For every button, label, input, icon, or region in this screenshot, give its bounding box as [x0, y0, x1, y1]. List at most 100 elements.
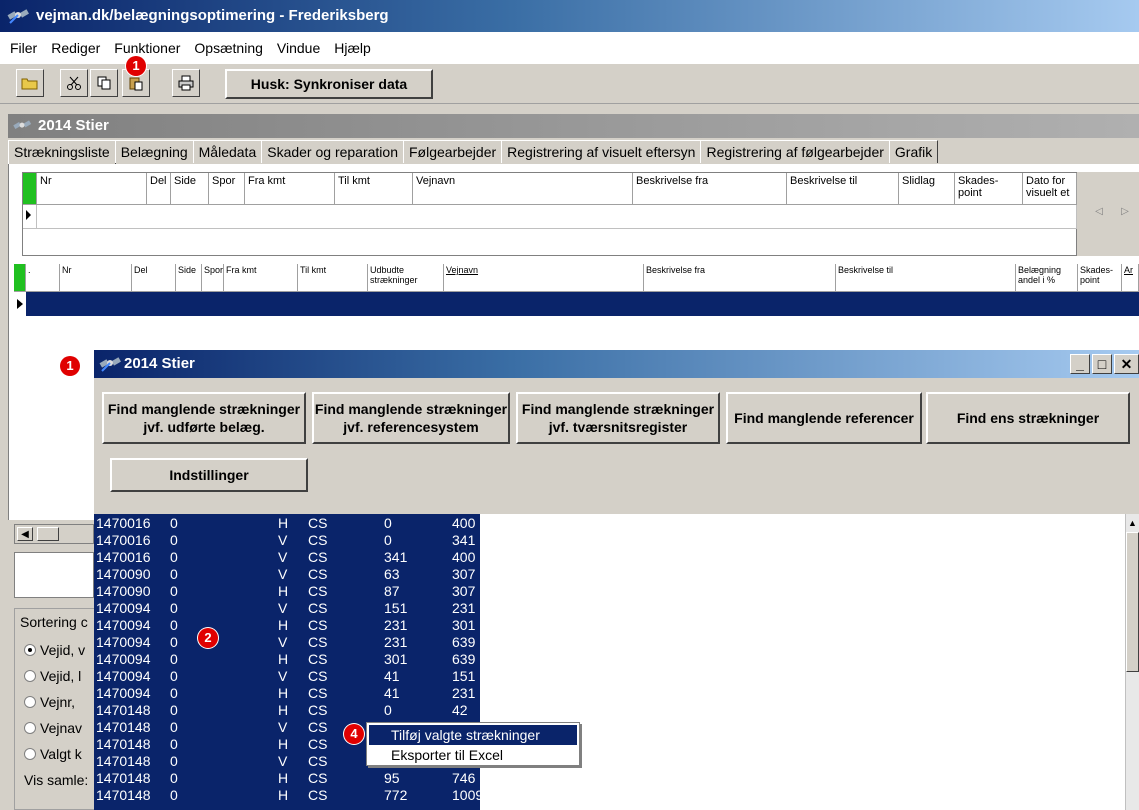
col-dato-visuelt[interactable]: Dato for visuelt et: [1023, 173, 1077, 205]
list-cell: 0: [170, 617, 178, 633]
badge-1: 1: [126, 56, 146, 76]
list-cell: V: [278, 549, 288, 565]
print-button[interactable]: [172, 69, 200, 97]
tab-straekningsliste[interactable]: Strækningsliste: [8, 140, 116, 165]
col-beskrivelse-til[interactable]: Beskrivelse til: [787, 173, 899, 205]
list-cell: 0: [170, 600, 178, 616]
col2-nr[interactable]: Nr: [60, 264, 132, 292]
horizontal-scrollbar[interactable]: ◀: [14, 524, 94, 544]
list-cell: V: [278, 753, 288, 769]
scroll-left-arrow-icon[interactable]: ◀: [17, 527, 33, 541]
vertical-scrollbar[interactable]: ▲: [1125, 514, 1139, 810]
menu-bar: Filer Rediger Funktioner Opsætning Vindue Hjæ…: [0, 34, 1139, 62]
menu-rediger[interactable]: Rediger: [44, 34, 107, 62]
col-vejnavn[interactable]: Vejnavn: [413, 173, 633, 205]
find-referencesystem-button[interactable]: Find manglende strækninger jvf. referenc…: [312, 392, 510, 444]
tab-skader[interactable]: Skader og reparation: [261, 140, 404, 163]
list-cell: 0: [384, 702, 392, 718]
col2-til-kmt[interactable]: Til kmt: [298, 264, 368, 292]
copy-button[interactable]: [90, 69, 118, 97]
find-ens-button[interactable]: Find ens strækninger: [926, 392, 1130, 444]
col-skadespoint[interactable]: Skades-point: [955, 173, 1023, 205]
minimize-icon[interactable]: _: [1070, 354, 1090, 374]
badge-4: 4: [344, 724, 364, 744]
list-cell: V: [278, 532, 288, 548]
sort-option-1[interactable]: Vejid, l: [24, 668, 94, 684]
open-button[interactable]: [16, 69, 44, 97]
info-box: [14, 552, 94, 598]
cut-button[interactable]: [60, 69, 88, 97]
col-til-kmt[interactable]: Til kmt: [335, 173, 413, 205]
menu-opsaetning[interactable]: Opsætning: [187, 34, 269, 62]
sort-option-2[interactable]: Vejnr,: [24, 694, 94, 710]
sort-option-0[interactable]: Vejid, v: [24, 642, 94, 658]
col2-beskrivelse-til[interactable]: Beskrivelse til: [836, 264, 1016, 292]
tab-reg-foelgearbejder[interactable]: Registrering af følgearbejder: [700, 140, 890, 163]
col-side[interactable]: Side: [171, 173, 209, 205]
maximize-icon[interactable]: □: [1092, 354, 1112, 374]
tab-belaegning[interactable]: Belægning: [114, 140, 194, 163]
indstillinger-button[interactable]: Indstillinger: [110, 458, 308, 492]
tab-grafik[interactable]: Grafik: [888, 140, 939, 163]
col2-side[interactable]: Side: [176, 264, 202, 292]
menu-filer[interactable]: Filer: [0, 34, 44, 62]
find-udfoerte-button[interactable]: Find manglende strækninger jvf. udførte …: [102, 392, 306, 444]
col2-spor[interactable]: Spor: [202, 264, 224, 292]
list-cell: V: [278, 668, 288, 684]
find-tvaersnit-button[interactable]: Find manglende strækninger jvf. tværsnit…: [516, 392, 720, 444]
col2-ar[interactable]: Ar: [1122, 264, 1139, 292]
scroll-left-icon[interactable]: ◁: [1089, 202, 1109, 222]
col-fra-kmt[interactable]: Fra kmt: [245, 173, 335, 205]
scissors-icon: [67, 76, 81, 90]
col2-udbudte[interactable]: Udbudte strækninger: [368, 264, 444, 292]
list-cell: 0: [170, 770, 178, 786]
sort-option-3[interactable]: Vejnav: [24, 720, 94, 736]
vscroll-thumb[interactable]: [1126, 532, 1139, 672]
list-cell: 63: [384, 566, 400, 582]
printer-icon: [178, 75, 194, 91]
menu-vindue[interactable]: Vindue: [270, 34, 327, 62]
scroll-thumb[interactable]: [37, 527, 59, 541]
tab-visuelt-eftersyn[interactable]: Registrering af visuelt eftersyn: [501, 140, 702, 163]
list-cell: CS: [308, 600, 328, 616]
list-cell: 10098: [452, 787, 491, 803]
close-icon[interactable]: ✕: [1114, 354, 1139, 374]
col2-vejnavn[interactable]: Vejnavn: [444, 264, 644, 292]
tab-foelgearbejder[interactable]: Følgearbejder: [403, 140, 503, 163]
list-cell: CS: [308, 787, 328, 803]
col-nr[interactable]: Nr: [37, 173, 147, 205]
col-spor[interactable]: Spor: [209, 173, 245, 205]
col-del[interactable]: Del: [147, 173, 171, 205]
satellite-icon: [7, 9, 29, 24]
sync-data-button[interactable]: Husk: Synkroniser data: [225, 69, 433, 99]
selected-result-row[interactable]: [14, 292, 1139, 316]
straekning-grid[interactable]: Nr Del Side Spor Fra kmt Til kmt Vejnavn…: [22, 172, 1077, 256]
scroll-right-icon[interactable]: ▷: [1115, 202, 1135, 222]
grid-new-row[interactable]: [37, 205, 1077, 229]
col2-dot[interactable]: .: [26, 264, 60, 292]
menu-funktioner[interactable]: Funktioner: [107, 34, 187, 62]
tab-maaledata[interactable]: Måledata: [192, 140, 263, 163]
ctx-add-selected[interactable]: Tilføj valgte strækninger: [369, 725, 577, 745]
list-cell: 1470094: [96, 634, 151, 650]
col2-skadespoint[interactable]: Skades-point: [1078, 264, 1122, 292]
list-cell: 231: [452, 685, 476, 701]
list-cell: 400: [452, 515, 476, 531]
col2-belaegning-andel[interactable]: Belægning andel i %: [1016, 264, 1078, 292]
child-window-title: 2014 Stier: [38, 117, 109, 134]
list-cell: CS: [308, 515, 328, 531]
list-cell: V: [278, 719, 288, 735]
find-referencer-button[interactable]: Find manglende referencer: [726, 392, 922, 444]
menu-hjaelp[interactable]: Hjælp: [327, 34, 378, 62]
scroll-up-arrow-icon[interactable]: ▲: [1126, 516, 1139, 530]
col2-fra-kmt[interactable]: Fra kmt: [224, 264, 298, 292]
col-slidlag[interactable]: Slidlag: [899, 173, 955, 205]
col2-del[interactable]: Del: [132, 264, 176, 292]
ctx-export-excel[interactable]: Eksporter til Excel: [369, 745, 577, 765]
col2-beskrivelse-fra[interactable]: Beskrivelse fra: [644, 264, 836, 292]
list-cell: H: [278, 770, 289, 786]
list-cell: 1470016: [96, 515, 151, 531]
col-beskrivelse-fra[interactable]: Beskrivelse fra: [633, 173, 787, 205]
list-cell: 1470090: [96, 583, 151, 599]
sort-option-4[interactable]: Valgt k: [24, 746, 94, 762]
